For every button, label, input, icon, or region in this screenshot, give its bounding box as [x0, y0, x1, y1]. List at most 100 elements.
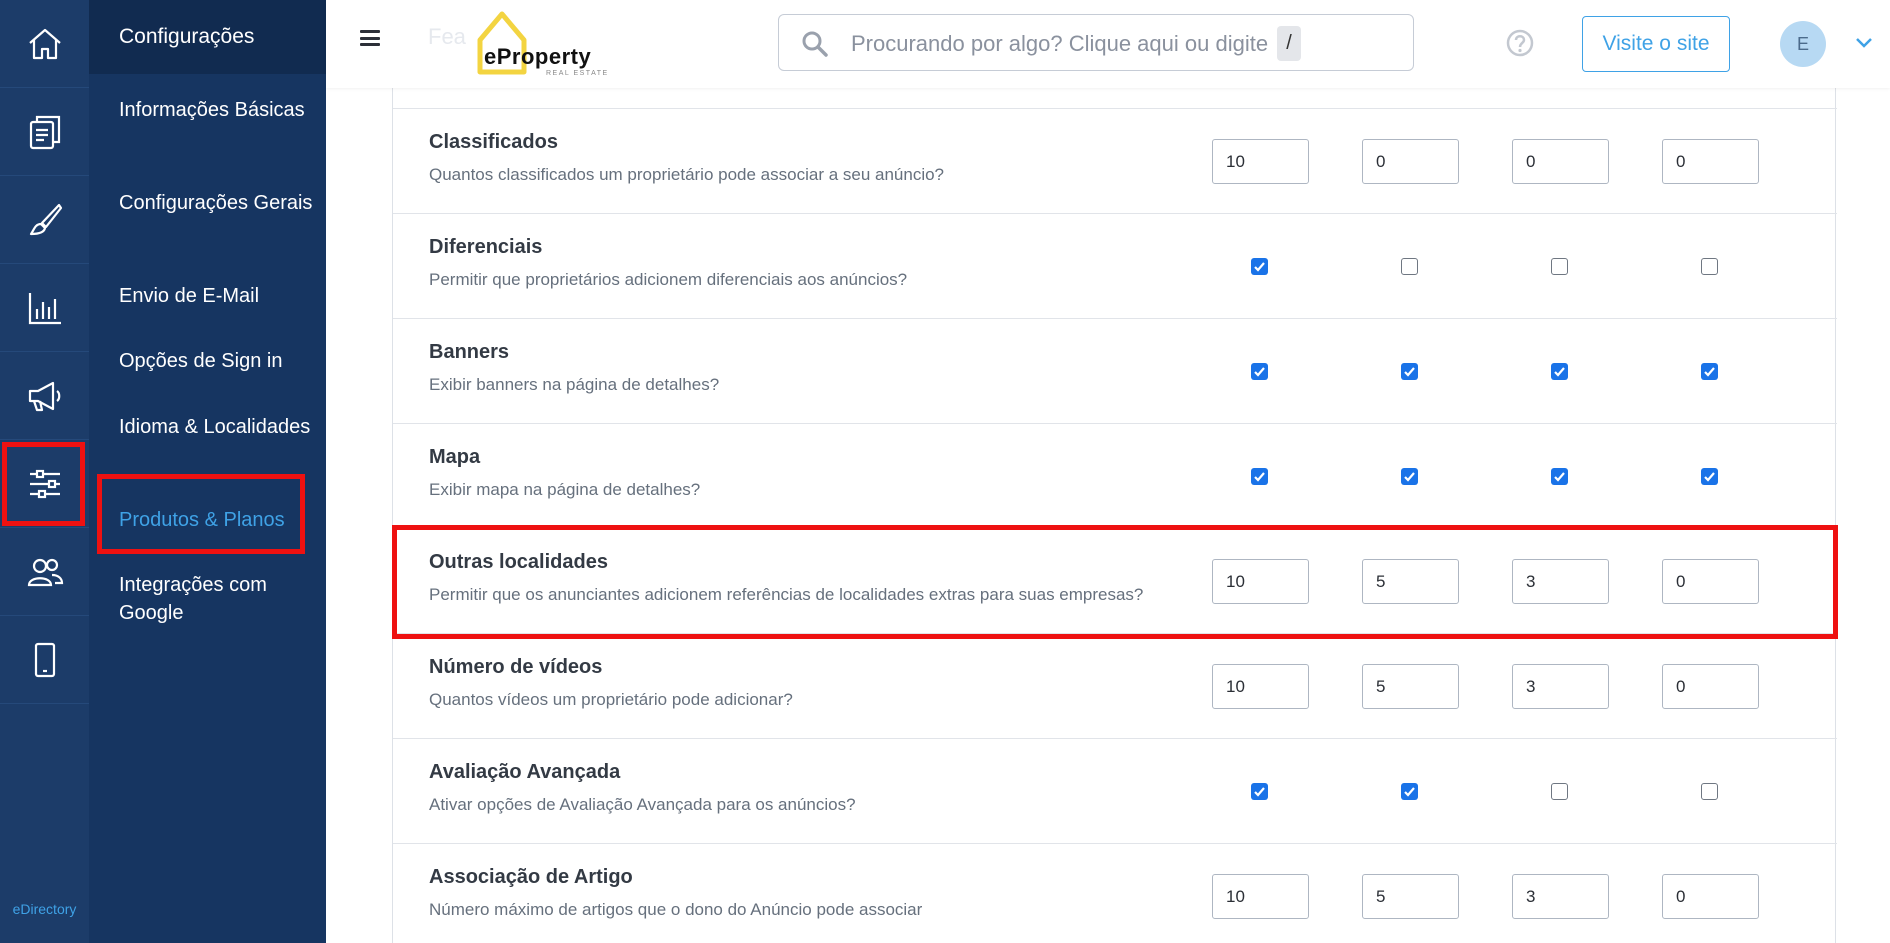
number-input[interactable]: 0	[1662, 874, 1759, 919]
help-icon[interactable]	[1506, 29, 1534, 57]
number-input[interactable]: 5	[1362, 874, 1459, 919]
check-icon	[1404, 472, 1415, 482]
search-shortcut-key: /	[1277, 26, 1301, 61]
table-row-videos: Número de vídeos Quantos vídeos um propr…	[393, 633, 1837, 738]
menu-icon[interactable]	[360, 30, 380, 46]
number-input[interactable]: 10	[1212, 874, 1309, 919]
row-desc: Exibir banners na página de detalhes?	[429, 375, 720, 394]
checkbox-unchecked[interactable]	[1551, 258, 1568, 275]
submenu-title: Configurações	[89, 0, 326, 74]
home-icon	[28, 28, 61, 59]
ghost-title: Fea	[428, 24, 466, 49]
row-title: Diferenciais	[429, 236, 543, 258]
logo-sub: REAL ESTATE	[546, 70, 609, 77]
top-header: Fea eProperty REAL ESTATE Procurando por…	[326, 0, 1890, 88]
checkbox-checked[interactable]	[1551, 468, 1568, 485]
checkbox-checked[interactable]	[1701, 468, 1718, 485]
number-input[interactable]: 0	[1512, 139, 1609, 184]
row-title: Classificados	[429, 131, 558, 153]
check-icon	[1554, 472, 1565, 482]
chevron-down-icon[interactable]	[1854, 36, 1874, 50]
submenu-item-general-settings[interactable]: Configurações Gerais	[119, 189, 319, 217]
rail-promote[interactable]	[0, 352, 89, 440]
brush-icon	[29, 203, 62, 235]
users-icon	[27, 558, 63, 586]
rail-reports[interactable]	[0, 264, 89, 352]
check-icon	[1254, 472, 1265, 482]
checkbox-checked[interactable]	[1251, 468, 1268, 485]
checkbox-checked[interactable]	[1701, 363, 1718, 380]
submenu-item-google[interactable]: Integrações com Google	[119, 571, 319, 627]
checkbox-checked[interactable]	[1401, 363, 1418, 380]
plans-table: Classificados Quantos classificados um p…	[392, 88, 1837, 943]
submenu-item-basic-info[interactable]: Informações Básicas	[119, 96, 319, 124]
row-desc: Exibir mapa na página de detalhes?	[429, 480, 701, 499]
submenu-item-language[interactable]: Idioma & Localidades	[119, 413, 319, 441]
checkbox-unchecked[interactable]	[1701, 783, 1718, 800]
check-icon	[1404, 367, 1415, 377]
table-row-banners: Banners Exibir banners na página de deta…	[393, 318, 1837, 423]
row-desc: Quantos vídeos um proprietário pode adic…	[429, 690, 793, 709]
search-placeholder: Procurando por algo? Clique aqui ou digi…	[851, 31, 1269, 56]
megaphone-icon	[28, 381, 60, 411]
rail-users[interactable]	[0, 528, 89, 616]
number-input[interactable]: 5	[1362, 664, 1459, 709]
checkbox-checked[interactable]	[1251, 258, 1268, 275]
check-icon	[1704, 472, 1715, 482]
row-desc: Ativar opções de Avaliação Avançada para…	[429, 795, 856, 814]
highlight-products-plans	[97, 474, 305, 554]
rail-app[interactable]	[0, 616, 89, 704]
search-input[interactable]: Procurando por algo? Clique aqui ou digi…	[778, 14, 1414, 71]
check-icon	[1254, 367, 1265, 377]
check-icon	[1404, 787, 1415, 797]
visit-site-button[interactable]: Visite o site	[1582, 16, 1730, 72]
row-title: Banners	[429, 341, 510, 363]
number-input[interactable]: 0	[1662, 664, 1759, 709]
number-input[interactable]: 10	[1212, 664, 1309, 709]
checkbox-unchecked[interactable]	[1701, 258, 1718, 275]
check-icon	[1704, 367, 1715, 377]
check-icon	[1554, 367, 1565, 377]
row-title: Avaliação Avançada	[429, 761, 621, 783]
settings-submenu: Configurações Informações Básicas Config…	[89, 0, 326, 943]
table-row-map: Mapa Exibir mapa na página de detalhes?	[393, 423, 1837, 528]
checkbox-checked[interactable]	[1551, 363, 1568, 380]
logo-word: eProperty	[484, 44, 592, 69]
documents-icon	[29, 115, 60, 149]
row-desc: Permitir que proprietários adicionem dif…	[429, 270, 908, 289]
table-row-features: Diferenciais Permitir que proprietários …	[393, 213, 1837, 318]
checkbox-checked[interactable]	[1251, 363, 1268, 380]
row-desc: Número máximo de artigos que o dono do A…	[429, 900, 923, 919]
row-title: Número de vídeos	[429, 656, 603, 678]
submenu-item-sign-in[interactable]: Opções de Sign in	[119, 347, 319, 375]
mobile-icon	[34, 642, 55, 677]
table-row-classifieds: Classificados Quantos classificados um p…	[393, 108, 1837, 213]
number-input[interactable]: 0	[1662, 139, 1759, 184]
row-title: Associação de Artigo	[429, 866, 633, 888]
submenu-item-email[interactable]: Envio de E-Mail	[119, 282, 319, 310]
check-icon	[1254, 787, 1265, 797]
row-desc: Quantos classificados um proprietário po…	[429, 165, 945, 184]
number-input[interactable]: 10	[1212, 139, 1309, 184]
checkbox-checked[interactable]	[1251, 783, 1268, 800]
search-icon	[802, 31, 828, 57]
rail-content[interactable]	[0, 88, 89, 176]
checkbox-unchecked[interactable]	[1551, 783, 1568, 800]
avatar[interactable]: E	[1780, 21, 1826, 67]
number-input[interactable]: 3	[1512, 664, 1609, 709]
number-input[interactable]: 0	[1362, 139, 1459, 184]
rail-design[interactable]	[0, 176, 89, 264]
highlight-settings-icon	[2, 442, 85, 526]
row-title: Mapa	[429, 446, 481, 468]
checkbox-checked[interactable]	[1401, 783, 1418, 800]
table-row-advanced-review: Avaliação Avançada Ativar opções de Aval…	[393, 738, 1837, 843]
check-icon	[1254, 262, 1265, 272]
highlight-other-locations-row	[392, 525, 1838, 639]
number-input[interactable]: 3	[1512, 874, 1609, 919]
rail-home[interactable]	[0, 0, 89, 88]
checkbox-checked[interactable]	[1401, 468, 1418, 485]
checkbox-unchecked[interactable]	[1401, 258, 1418, 275]
brand-footer[interactable]: eDirectory	[0, 901, 89, 917]
logo[interactable]: eProperty REAL ESTATE	[474, 10, 644, 80]
bar-chart-icon	[28, 292, 61, 324]
